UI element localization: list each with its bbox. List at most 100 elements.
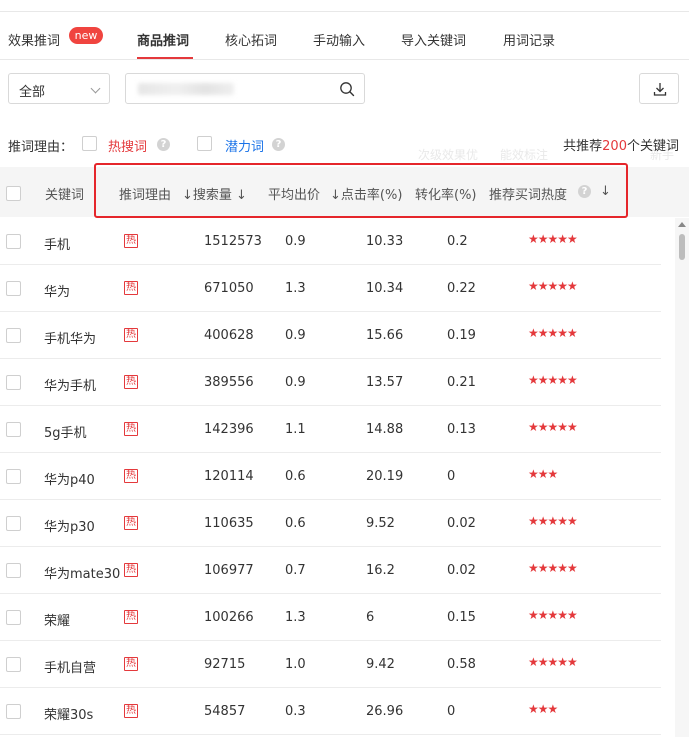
search-volume-cell: 106977 [204,563,254,578]
active-tab-underline [137,57,193,59]
search-box[interactable] [125,73,365,104]
avg-price-cell: 0.9 [285,234,306,249]
tab-import-keywords[interactable]: 导入关键词 [401,30,466,49]
heat-stars: ★★★★★ [528,514,578,528]
help-icon[interactable]: ? [157,138,170,151]
tab-product-keywords[interactable]: 商品推词 [137,30,189,49]
search-icon[interactable] [339,81,355,97]
table-row: 手机自营 热 92715 1.0 9.42 0.58 ★★★★★ [0,641,661,688]
cvr-cell: 0.13 [447,422,476,437]
hot-tag: 热 [124,375,138,389]
keyword-cell: 华为mate30 [44,567,121,582]
table-row: 手机 热 1512573 0.9 10.33 0.2 ★★★★★ [0,218,661,265]
hot-keyword-label[interactable]: 热搜词 [108,136,147,155]
hot-tag: 热 [124,328,138,342]
avg-price-cell: 0.9 [285,375,306,390]
scrollbar[interactable] [675,218,689,737]
table-row: 华为mate30 热 106977 0.7 16.2 0.02 ★★★★★ [0,547,661,594]
table-row: 华为p40 热 120114 0.6 20.19 0 ★★★ [0,453,661,500]
hot-tag: 热 [124,657,138,671]
ghost-text: 次级效果优 [418,148,479,162]
tab-bar: 效果推词 new 商品推词 核心拓词 手动输入 导入关键词 用词记录 [0,22,689,60]
ctr-cell: 14.88 [366,422,404,437]
avg-price-cell: 1.3 [285,281,306,296]
search-input[interactable] [134,79,334,99]
row-checkbox[interactable] [6,375,21,390]
ghost-text: 能效标注 [500,148,549,162]
hot-tag: 热 [124,704,138,718]
heat-stars: ★★★★★ [528,561,578,575]
row-checkbox[interactable] [6,469,21,484]
search-volume-cell: 671050 [204,281,254,296]
hot-keyword-checkbox[interactable] [82,136,97,151]
col-keyword: 关键词 [45,188,85,203]
row-checkbox[interactable] [6,704,21,719]
search-volume-cell: 400628 [204,328,254,343]
row-checkbox[interactable] [6,563,21,578]
hot-tag: 热 [124,610,138,624]
download-button[interactable] [639,73,679,104]
cvr-cell: 0.19 [447,328,476,343]
highlight-box [94,163,628,218]
new-badge: new [69,27,103,44]
ctr-cell: 10.33 [366,234,404,249]
cvr-cell: 0.22 [447,281,476,296]
hot-tag: 热 [124,234,138,248]
tab-usage-records[interactable]: 用词记录 [503,30,555,49]
row-checkbox[interactable] [6,422,21,437]
download-icon [653,83,667,96]
hot-tag: 热 [124,516,138,530]
heat-stars: ★★★★★ [528,655,578,669]
cvr-cell: 0 [447,469,456,484]
keyword-cell: 荣耀 [44,614,71,629]
select-all-checkbox[interactable] [6,186,21,201]
avg-price-cell: 1.3 [285,610,306,625]
scope-select-value: 全部 [19,85,46,100]
tab-manual-input[interactable]: 手动输入 [313,30,365,49]
table-row: 华为手机 热 389556 0.9 13.57 0.21 ★★★★★ [0,359,661,406]
ctr-cell: 26.96 [366,704,404,719]
table-row: 手机华为 热 400628 0.9 15.66 0.19 ★★★★★ [0,312,661,359]
potential-keyword-label[interactable]: 潜力词 [225,136,264,155]
search-volume-cell: 142396 [204,422,254,437]
cvr-cell: 0.15 [447,610,476,625]
avg-price-cell: 1.1 [285,422,306,437]
ctr-cell: 9.42 [366,657,395,672]
keyword-cell: 手机自营 [44,661,97,676]
avg-price-cell: 1.0 [285,657,306,672]
row-checkbox[interactable] [6,328,21,343]
search-volume-cell: 100266 [204,610,254,625]
table-row: 华为 热 671050 1.3 10.34 0.22 ★★★★★ [0,265,661,312]
cvr-cell: 0.02 [447,563,476,578]
table-row: 5g手机 热 142396 1.1 14.88 0.13 ★★★★★ [0,406,661,453]
hot-tag: 热 [124,281,138,295]
cvr-cell: 0.21 [447,375,476,390]
scope-select[interactable]: 全部 [8,73,110,104]
row-checkbox[interactable] [6,516,21,531]
row-checkbox[interactable] [6,657,21,672]
row-checkbox[interactable] [6,281,21,296]
tab-effect-keywords[interactable]: 效果推词 [8,30,60,49]
ctr-cell: 6 [366,610,375,625]
heat-stars: ★★★★★ [528,608,578,622]
top-divider [0,11,689,12]
help-icon[interactable]: ? [272,138,285,151]
heat-stars: ★★★★★ [528,326,578,340]
avg-price-cell: 0.9 [285,328,306,343]
cvr-cell: 0.2 [447,234,468,249]
potential-keyword-checkbox[interactable] [197,136,212,151]
cvr-cell: 0.58 [447,657,476,672]
keyword-cell: 荣耀30s [44,708,94,723]
scroll-up-arrow-icon[interactable] [678,222,686,227]
chevron-down-icon [90,83,101,94]
keyword-cell: 手机华为 [44,332,97,347]
ctr-cell: 9.52 [366,516,395,531]
row-checkbox[interactable] [6,610,21,625]
tab-core-expand[interactable]: 核心拓词 [225,30,277,49]
heat-stars: ★★★★★ [528,373,578,387]
row-checkbox[interactable] [6,234,21,249]
cvr-cell: 0 [447,704,456,719]
keyword-cell: 华为手机 [44,379,97,394]
scrollbar-thumb[interactable] [679,234,685,260]
hot-tag: 热 [124,469,138,483]
